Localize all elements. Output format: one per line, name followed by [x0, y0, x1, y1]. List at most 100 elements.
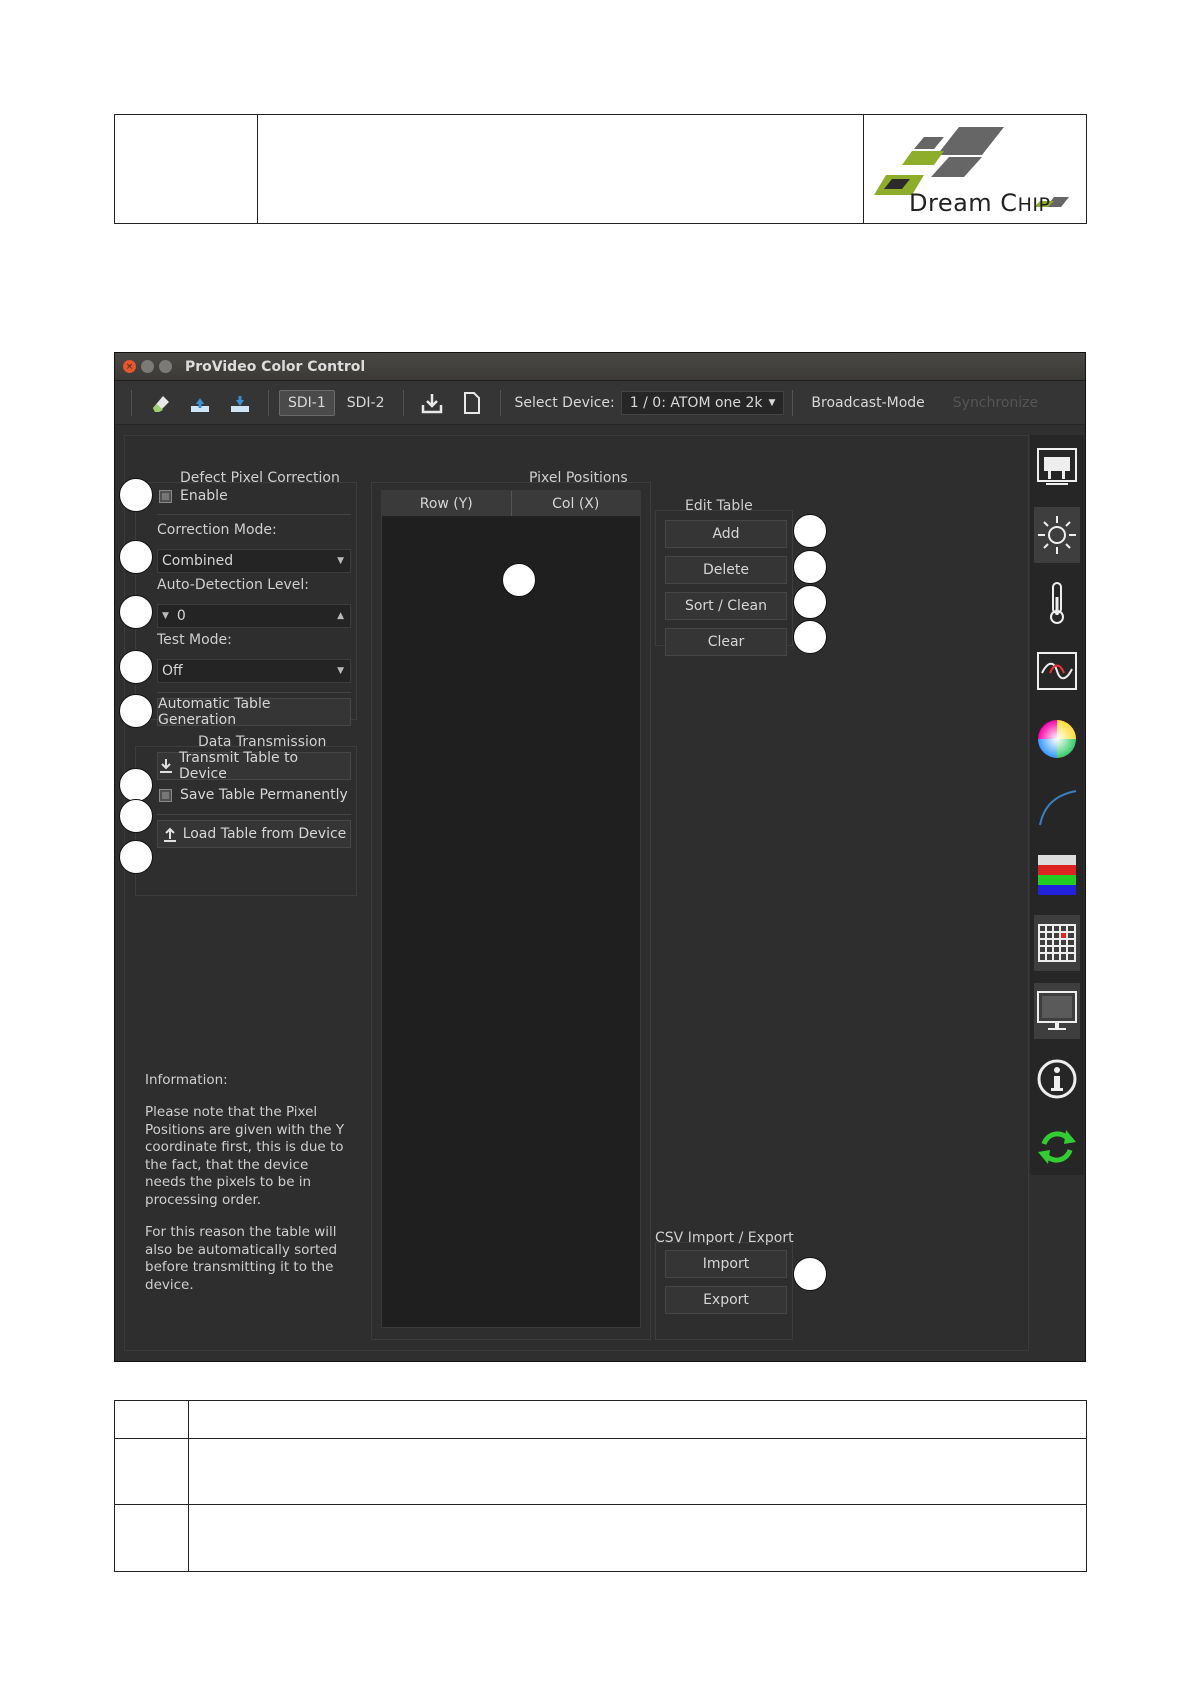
synchronize-button[interactable]: Synchronize	[953, 395, 1038, 411]
callout-marker	[793, 620, 827, 654]
toolbar-separator	[499, 389, 501, 416]
column-header-row[interactable]: Row (Y)	[382, 491, 512, 516]
callout-marker	[119, 799, 153, 833]
eraser-icon[interactable]	[146, 389, 174, 417]
clear-button[interactable]: Clear	[665, 628, 787, 656]
edit-table-group-title: Edit Table	[685, 498, 753, 514]
checkbox-box	[159, 489, 172, 503]
sdi2-button[interactable]: SDI-2	[339, 391, 393, 415]
dpc-grid-icon[interactable]	[1034, 915, 1080, 971]
transmit-table-button[interactable]: Transmit Table to Device	[157, 750, 351, 782]
upload-cloud-icon[interactable]	[186, 389, 214, 417]
page-header-table: Dream CHIP	[114, 114, 1087, 224]
information-paragraph-1: Please note that the Pixel Positions are…	[145, 1104, 345, 1208]
divider	[157, 514, 351, 515]
download-icon	[160, 759, 172, 773]
app-window: × ProVideo Color Control SDI-1 SDI-2 Sel…	[114, 352, 1086, 1362]
window-maximize-button[interactable]	[159, 360, 172, 373]
callout-marker	[793, 514, 827, 548]
window-minimize-button[interactable]	[141, 360, 154, 373]
header-cell-middle	[258, 115, 864, 223]
logo-text: Dream CHIP	[909, 189, 1051, 217]
load-table-button[interactable]: Load Table from Device	[157, 820, 351, 848]
callout-marker	[119, 840, 153, 874]
legend-value-cell	[189, 1401, 1086, 1438]
legend-table-row	[115, 1505, 1086, 1571]
pixel-positions-group-title: Pixel Positions	[529, 470, 628, 486]
information-paragraph-2: For this reason the table will also be a…	[145, 1224, 338, 1293]
delete-button[interactable]: Delete	[665, 556, 787, 584]
curve-icon[interactable]	[1034, 779, 1080, 835]
device-select-value: 1 / 0: ATOM one 2k	[629, 394, 763, 411]
checkbox-box	[159, 788, 172, 802]
test-mode-select[interactable]: Off ▼	[157, 659, 351, 683]
column-header-col[interactable]: Col (X)	[512, 491, 641, 516]
thermometer-icon[interactable]	[1034, 575, 1080, 631]
import-button[interactable]: Import	[665, 1250, 787, 1278]
load-table-label: Load Table from Device	[182, 826, 347, 842]
color-wheel-icon[interactable]	[1034, 711, 1080, 767]
broadcast-mode-button[interactable]: Broadcast-Mode	[803, 391, 932, 415]
legend-table-row	[115, 1401, 1086, 1439]
sidebar	[1030, 435, 1084, 1175]
sort-clean-button[interactable]: Sort / Clean	[665, 592, 787, 620]
export-button[interactable]: Export	[665, 1286, 787, 1314]
callout-marker	[119, 595, 153, 629]
callout-marker	[793, 585, 827, 619]
divider	[157, 692, 351, 693]
legend-key-cell	[115, 1401, 189, 1438]
legend-table	[114, 1400, 1087, 1572]
select-device-label: Select Device:	[514, 394, 615, 411]
save-permanently-checkbox[interactable]: Save Table Permanently	[159, 787, 348, 803]
waveform-icon[interactable]	[1034, 643, 1080, 699]
transmit-table-label: Transmit Table to Device	[178, 750, 299, 782]
automatic-table-generation-button[interactable]: Automatic Table Generation	[157, 696, 351, 728]
refresh-icon[interactable]	[1034, 1119, 1080, 1175]
add-button[interactable]: Add	[665, 520, 787, 548]
data-transmission-group-title: Data Transmission	[198, 734, 327, 750]
info-icon[interactable]	[1034, 1051, 1080, 1107]
save-to-device-icon[interactable]	[418, 389, 446, 417]
save-permanently-label: Save Table Permanently	[180, 787, 348, 803]
auto-detection-level-spinbox[interactable]: ▼ 0 ▲	[157, 604, 351, 628]
spin-down-icon[interactable]: ▼	[162, 611, 169, 621]
legend-value-cell	[189, 1439, 1086, 1504]
toolbar-separator	[268, 389, 269, 416]
new-file-icon[interactable]	[458, 389, 486, 417]
window-title: ProVideo Color Control	[185, 358, 366, 375]
auto-detection-level-label: Auto-Detection Level:	[157, 577, 309, 593]
toolbar: SDI-1 SDI-2 Select Device: 1 / 0: ATOM o…	[115, 381, 1085, 425]
callout-marker	[119, 694, 153, 728]
brightness-icon[interactable]	[1034, 507, 1080, 563]
main-panel: Defect Pixel Correction Enable Correctio…	[124, 435, 1029, 1351]
spin-up-icon[interactable]: ▲	[337, 611, 344, 621]
legend-key-cell	[115, 1439, 189, 1504]
callout-marker	[119, 650, 153, 684]
header-cell-left	[115, 115, 258, 223]
toolbar-separator	[402, 389, 404, 416]
callout-marker	[119, 478, 153, 512]
information-title: Information:	[145, 1072, 228, 1088]
device-select[interactable]: 1 / 0: ATOM one 2k ▼	[620, 390, 785, 415]
monitor-icon[interactable]	[1034, 983, 1080, 1039]
chevron-down-icon: ▼	[337, 556, 344, 566]
dpc-group-title: Defect Pixel Correction	[180, 470, 340, 486]
callout-marker	[119, 540, 153, 574]
rgb-bars-icon[interactable]	[1034, 847, 1080, 903]
sdi1-button[interactable]: SDI-1	[279, 389, 335, 416]
chevron-down-icon: ▼	[768, 397, 776, 408]
download-cloud-icon[interactable]	[226, 389, 254, 417]
enable-checkbox[interactable]: Enable	[159, 488, 228, 504]
upload-icon	[163, 827, 176, 842]
csv-group-title: CSV Import / Export	[655, 1230, 794, 1246]
legend-key-cell	[115, 1505, 189, 1571]
auto-detection-level-value: 0	[176, 608, 186, 624]
divider	[157, 814, 351, 815]
test-mode-value: Off	[162, 663, 183, 679]
toolbar-separator	[792, 389, 794, 416]
window-close-button[interactable]: ×	[123, 360, 136, 373]
correction-mode-select[interactable]: Combined ▼	[157, 549, 351, 573]
camera-icon[interactable]	[1034, 439, 1080, 495]
correction-mode-label: Correction Mode:	[157, 522, 277, 538]
pixel-positions-table[interactable]: Row (Y) Col (X)	[381, 490, 641, 1328]
